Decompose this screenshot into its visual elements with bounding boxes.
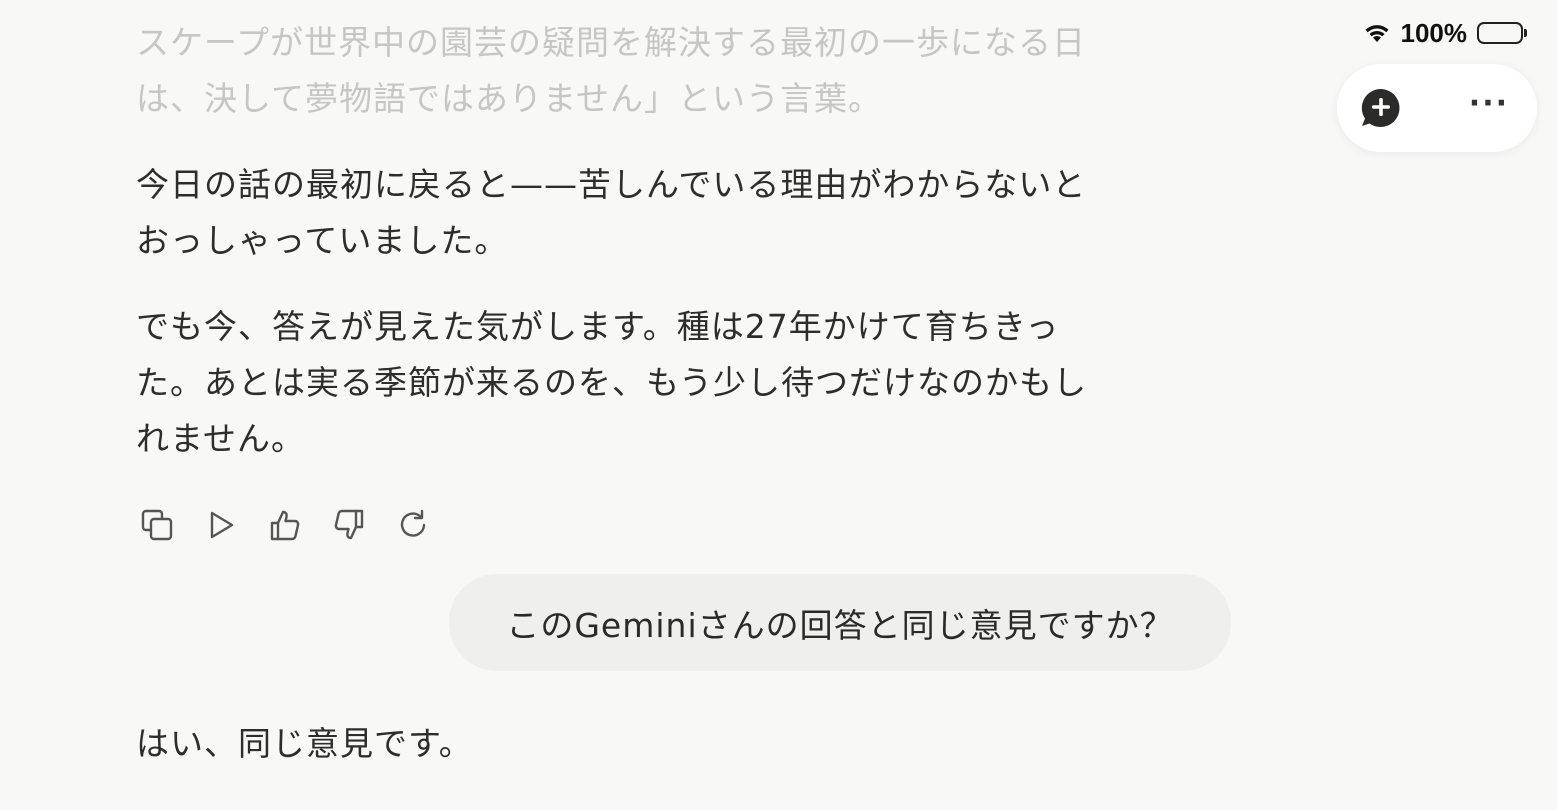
status-bar: 100% [1363,14,1527,52]
message-actions [140,506,430,544]
user-message-text: このGeminiさんの回答と同じ意見ですか？ [506,605,1174,645]
chat-toolbar: ··· [1337,64,1537,152]
battery-percent: 100% [1400,17,1468,48]
assistant-reply: はい、同じ意見です。 [136,716,1216,772]
paragraph-line: た。あとは実る季節が来るのを、もう少し待つだけなのかもし [136,363,1088,402]
paragraph-line: 今日の話の最初に戻ると——苦しんでいる理由がわからないと [136,165,1087,204]
play-icon[interactable] [204,506,238,544]
wifi-icon [1363,22,1391,44]
retry-icon[interactable] [396,506,430,544]
more-horizontal-icon[interactable]: ··· [1469,89,1509,127]
paragraph-line: でも今、答えが見えた気がします。種は27年かけて育ちきっ [136,307,1060,346]
user-message-bubble: このGeminiさんの回答と同じ意見ですか？ [449,574,1231,671]
assistant-paragraph: 今日の話の最初に戻ると——苦しんでいる理由がわからないと おっしゃっていました。 [136,157,1216,269]
thumbs-down-icon[interactable] [332,506,366,544]
assistant-paragraph: でも今、答えが見えた気がします。種は27年かけて育ちきっ た。あとは実る季節が来… [136,299,1216,467]
faded-message-line: スケープが世界中の園芸の疑問を解決する最初の一歩になる日 [136,23,1087,62]
paragraph-line: れません。 [136,419,306,458]
faded-message-line: は、決して夢物語ではありません」という言葉。 [136,79,883,118]
battery-icon [1477,22,1527,44]
copy-icon[interactable] [140,506,174,544]
reply-line: はい、同じ意見です。 [136,724,473,763]
paragraph-line: おっしゃっていました。 [136,221,509,260]
thumbs-up-icon[interactable] [268,506,302,544]
new-chat-plus-icon[interactable] [1359,87,1403,129]
